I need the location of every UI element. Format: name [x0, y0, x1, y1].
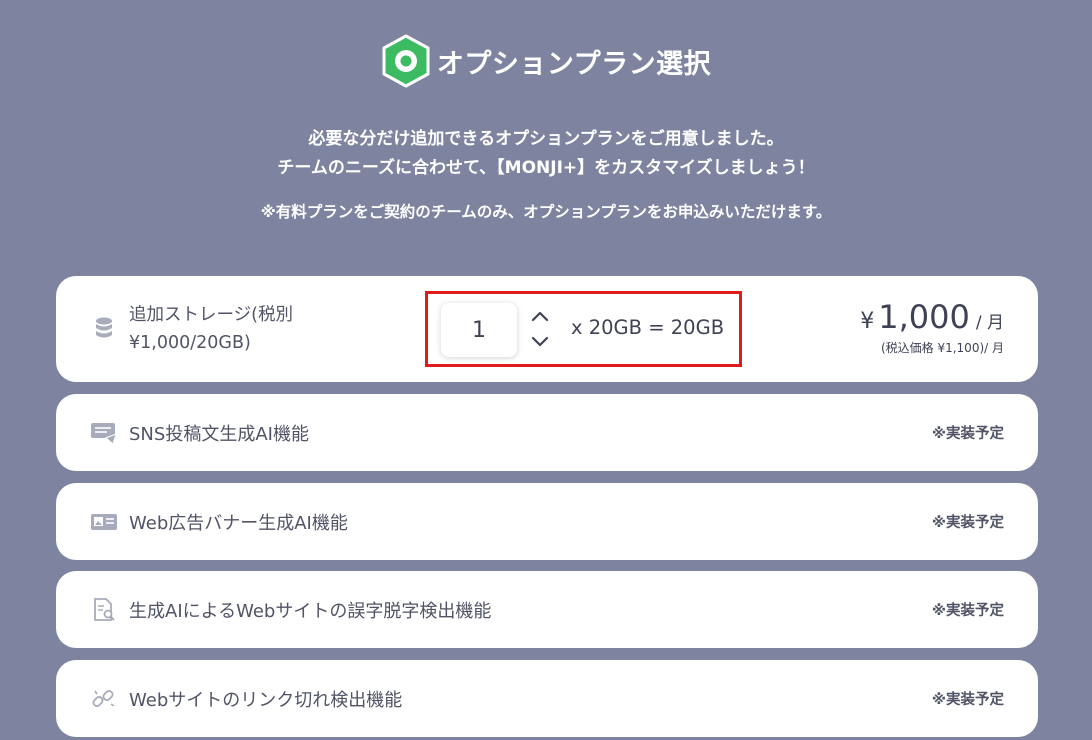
- price-tax-included: (税込価格 ¥1,100)/ 月: [880, 341, 1004, 355]
- storage-label-line-2: ¥1,000/20GB): [129, 333, 251, 353]
- chevron-up-icon[interactable]: [531, 309, 549, 323]
- hexagon-logo-icon: [382, 34, 430, 88]
- storage-option-card: 追加ストレージ(税別 ¥1,000/20GB) 1 x 20GB = 20GB …: [56, 276, 1038, 382]
- storage-label: 追加ストレージ(税別 ¥1,000/20GB): [129, 301, 293, 357]
- image-banner-icon: [91, 513, 117, 530]
- feature-status: ※実装予定: [931, 426, 1004, 442]
- paid-plan-notice: ※有料プランをご契約のチームのみ、オプションプランをお申込みいただけます。: [260, 203, 832, 221]
- storage-price: ¥ 1,000 / 月 (税込価格 ¥1,100)/ 月: [860, 298, 1004, 356]
- feature-card: Webサイトのリンク切れ検出機能 ※実装予定: [56, 660, 1038, 737]
- feature-label: SNS投稿文生成AI機能: [129, 423, 309, 445]
- feature-card: Web広告バナー生成AI機能 ※実装予定: [56, 483, 1038, 560]
- feature-label: Web広告バナー生成AI機能: [129, 512, 348, 534]
- intro-text: 必要な分だけ追加できるオプションプランをご用意しました。 チームのニーズに合わせ…: [0, 125, 1092, 183]
- storage-formula: x 20GB = 20GB: [571, 316, 725, 339]
- storage-quantity-input[interactable]: 1: [441, 303, 517, 357]
- feature-card: SNS投稿文生成AI機能 ※実装予定: [56, 394, 1038, 471]
- database-icon: [96, 317, 112, 338]
- feature-status: ※実装予定: [931, 515, 1004, 531]
- link-broken-icon: [92, 689, 115, 707]
- currency-symbol: ¥: [860, 309, 875, 334]
- intro-line-2: チームのニーズに合わせて、【MONJI+】をカスタマイズしましょう！: [277, 158, 815, 178]
- intro-line-1: 必要な分だけ追加できるオプションプランをご用意しました。: [308, 129, 784, 149]
- price-value: 1,000: [878, 298, 970, 336]
- feature-status: ※実装予定: [931, 692, 1004, 708]
- chevron-down-icon[interactable]: [531, 335, 549, 349]
- page-header: オプションプラン選択: [0, 34, 1092, 88]
- chat-post-icon: [91, 422, 117, 445]
- feature-card: 生成AIによるWebサイトの誤字脱字検出機能 ※実装予定: [56, 571, 1038, 648]
- storage-label-line-1: 追加ストレージ(税別: [129, 305, 293, 325]
- feature-label: 生成AIによるWebサイトの誤字脱字検出機能: [129, 600, 492, 622]
- price-period: / 月: [975, 313, 1004, 333]
- feature-label: Webサイトのリンク切れ検出機能: [129, 689, 403, 711]
- feature-status: ※実装予定: [931, 603, 1004, 619]
- page-title: オプションプラン選択: [436, 48, 712, 80]
- document-search-icon: [94, 597, 115, 621]
